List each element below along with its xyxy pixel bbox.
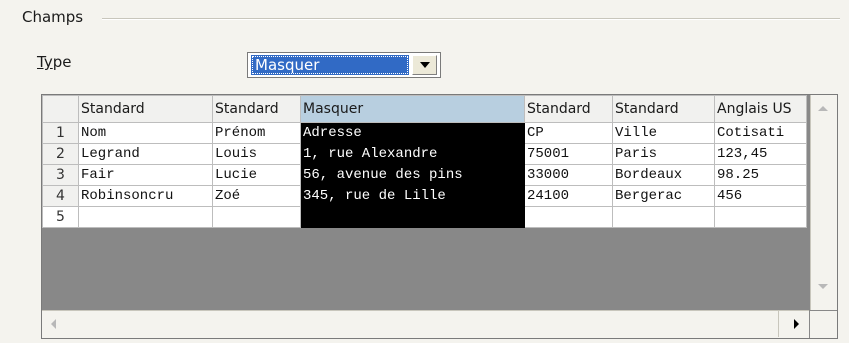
table-row: 1 Nom Prénom Adresse CP Ville Cotisati (42, 122, 807, 144)
table-cell[interactable]: Legrand (78, 143, 213, 165)
table-cell-selected[interactable]: Adresse (300, 122, 525, 144)
table-cell[interactable]: CP (524, 122, 613, 144)
table-cell[interactable]: Zoé (212, 185, 301, 207)
vertical-scrollbar[interactable] (810, 95, 837, 310)
table-cell[interactable]: Fair (78, 164, 213, 186)
row-number[interactable]: 4 (42, 185, 79, 207)
table-cell[interactable]: Cotisati (714, 122, 807, 144)
table-cell[interactable]: 24100 (524, 185, 613, 207)
type-label-mnemonic: Ty (37, 53, 53, 71)
table-row: 2 Legrand Louis 1, rue Alexandre 75001 P… (42, 143, 807, 165)
table-cell[interactable] (524, 206, 613, 228)
table-cell[interactable]: 75001 (524, 143, 613, 165)
table-cell[interactable]: Lucie (212, 164, 301, 186)
table-cell[interactable] (714, 206, 807, 228)
preview-table: Standard Standard Masquer Standard Stand… (42, 95, 807, 228)
table-cell[interactable]: Bergerac (612, 185, 715, 207)
column-header[interactable]: Standard (524, 95, 613, 123)
scrollbar-corner (810, 311, 837, 338)
column-preview-grid[interactable]: Standard Standard Masquer Standard Stand… (41, 94, 838, 339)
type-dropdown-value[interactable]: Masquer (251, 55, 409, 75)
type-label: Type (37, 53, 71, 71)
table-cell[interactable]: Bordeaux (612, 164, 715, 186)
table-cell[interactable]: Nom (78, 122, 213, 144)
column-header[interactable]: Anglais US (714, 95, 807, 123)
row-number[interactable]: 5 (42, 206, 79, 228)
header-row: Standard Standard Masquer Standard Stand… (42, 95, 807, 123)
row-number[interactable]: 3 (42, 164, 79, 186)
table-cell[interactable] (78, 206, 213, 228)
table-cell[interactable]: Prénom (212, 122, 301, 144)
table-cell-selected[interactable] (300, 206, 525, 228)
column-header[interactable]: Standard (78, 95, 213, 123)
scroll-left-button[interactable] (42, 311, 72, 338)
horizontal-scrollbar[interactable] (42, 310, 809, 338)
groupbox-divider (102, 18, 840, 20)
corner-cell[interactable] (42, 95, 79, 123)
column-header[interactable]: Standard (612, 95, 715, 123)
table-row: 5 (42, 206, 807, 228)
table-cell[interactable]: Paris (612, 143, 715, 165)
table-cell-selected[interactable]: 345, rue de Lille (300, 185, 525, 207)
groupbox-title: Champs (22, 8, 84, 26)
table-cell[interactable]: 33000 (524, 164, 613, 186)
table-cell-selected[interactable]: 1, rue Alexandre (300, 143, 525, 165)
table-cell[interactable]: 98.25 (714, 164, 807, 186)
table-cell[interactable] (212, 206, 301, 228)
table-row: 3 Fair Lucie 56, avenue des pins 33000 B… (42, 164, 807, 186)
table-cell[interactable]: Robinsoncru (78, 185, 213, 207)
arrow-up-icon[interactable] (818, 106, 828, 111)
type-dropdown[interactable]: Masquer (247, 52, 441, 78)
chevron-down-icon (420, 62, 430, 68)
table-cell[interactable]: Ville (612, 122, 715, 144)
scroll-right-button[interactable] (778, 311, 809, 337)
column-header[interactable]: Standard (212, 95, 301, 123)
column-header-selected[interactable]: Masquer (300, 95, 525, 123)
arrow-down-icon[interactable] (818, 284, 828, 289)
table-cell[interactable] (612, 206, 715, 228)
row-number[interactable]: 1 (42, 122, 79, 144)
table-cell-selected[interactable]: 56, avenue des pins (300, 164, 525, 186)
row-number[interactable]: 2 (42, 143, 79, 165)
arrow-left-icon (51, 319, 56, 329)
table-cell[interactable]: 456 (714, 185, 807, 207)
table-cell[interactable]: Louis (212, 143, 301, 165)
table-cell[interactable]: 123,45 (714, 143, 807, 165)
arrow-right-icon (794, 319, 799, 329)
type-label-rest: pe (52, 53, 72, 71)
type-dropdown-button[interactable] (412, 55, 437, 75)
table-row: 4 Robinsoncru Zoé 345, rue de Lille 2410… (42, 185, 807, 207)
